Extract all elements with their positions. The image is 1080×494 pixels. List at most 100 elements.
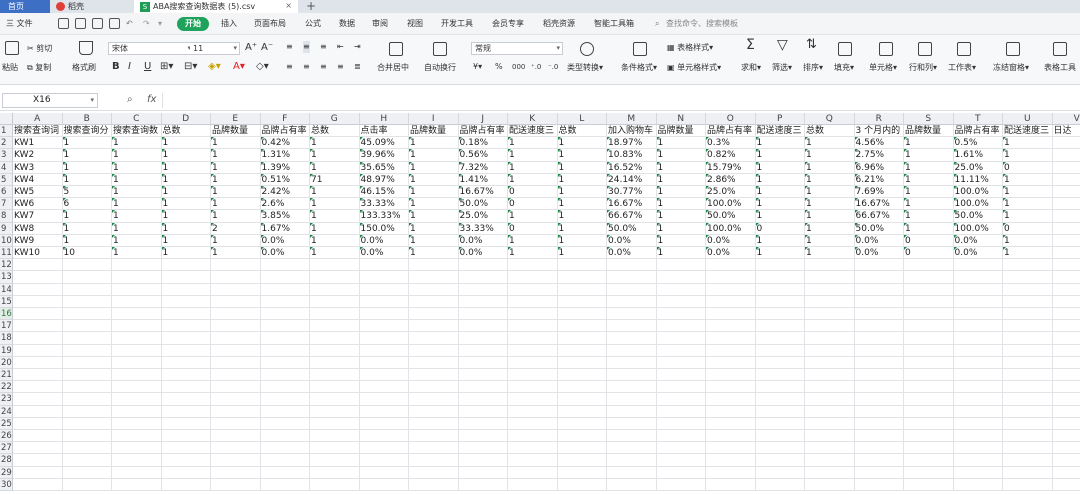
table-cell[interactable]: [607, 356, 657, 369]
table-cell[interactable]: [1052, 345, 1080, 357]
decrease-font-icon[interactable]: A⁻: [261, 42, 273, 54]
table-cell[interactable]: [211, 283, 261, 296]
table-cell[interactable]: [211, 466, 261, 479]
table-cell[interactable]: 1: [904, 198, 954, 211]
table-cell[interactable]: [161, 417, 211, 430]
table-cell[interactable]: [953, 381, 1003, 394]
table-cell[interactable]: [211, 417, 261, 430]
table-cell[interactable]: [13, 454, 63, 467]
thousands-icon[interactable]: 000: [512, 61, 525, 73]
fill-icon[interactable]: [838, 42, 852, 56]
table-cell[interactable]: [62, 295, 112, 308]
table-cell[interactable]: [458, 320, 508, 333]
table-cell[interactable]: [359, 271, 409, 284]
table-cell[interactable]: 133.33%: [359, 210, 409, 223]
table-cell[interactable]: [13, 466, 63, 479]
table-cell[interactable]: [458, 369, 508, 382]
table-cell[interactable]: [13, 320, 63, 333]
table-cell[interactable]: [112, 344, 162, 357]
table-cell[interactable]: [211, 271, 261, 284]
column-header-C[interactable]: C: [112, 113, 162, 125]
table-cell[interactable]: [260, 405, 310, 418]
table-cell[interactable]: [854, 344, 904, 357]
table-cell[interactable]: 1: [656, 186, 706, 199]
column-header-P[interactable]: P: [755, 113, 805, 125]
table-cell[interactable]: [656, 259, 706, 272]
column-header-T[interactable]: T: [953, 113, 1003, 125]
table-cell[interactable]: [458, 430, 508, 443]
table-cell[interactable]: 0.0%: [706, 234, 756, 247]
table-cell[interactable]: [904, 466, 954, 479]
table-cell[interactable]: [1052, 162, 1080, 174]
table-cell[interactable]: [904, 393, 954, 406]
table-cell[interactable]: [953, 393, 1003, 406]
table-cell[interactable]: [211, 454, 261, 467]
table-cell[interactable]: 1: [161, 198, 211, 211]
table-cell[interactable]: [557, 320, 607, 333]
align-bottom-icon[interactable]: ≡: [320, 41, 327, 53]
table-cell[interactable]: [805, 417, 855, 430]
table-cell[interactable]: [62, 442, 112, 455]
table-cell[interactable]: [953, 308, 1003, 321]
table-cell[interactable]: 1: [409, 222, 459, 235]
table-cell[interactable]: [13, 369, 63, 382]
table-cell[interactable]: [211, 393, 261, 406]
table-cell[interactable]: [1003, 454, 1053, 467]
table-cell[interactable]: 0.42%: [260, 137, 310, 150]
table-cell[interactable]: [755, 405, 805, 418]
table-cell[interactable]: [904, 308, 954, 321]
table-cell[interactable]: 1: [557, 210, 607, 223]
table-cell[interactable]: [508, 356, 558, 369]
table-cell[interactable]: 1: [62, 173, 112, 186]
table-cell[interactable]: [1052, 137, 1080, 150]
conditional-format-button[interactable]: 条件格式▾: [621, 62, 657, 74]
table-cell[interactable]: [953, 259, 1003, 272]
clear-format-icon[interactable]: ◇▾: [256, 61, 269, 73]
table-cell[interactable]: [310, 320, 360, 333]
table-cell[interactable]: [1052, 174, 1080, 186]
table-cell[interactable]: 1: [508, 137, 558, 150]
header-cell[interactable]: 品牌占有率: [260, 125, 310, 138]
table-cell[interactable]: [656, 466, 706, 479]
header-cell[interactable]: 品牌占有率: [953, 125, 1003, 138]
table-cell[interactable]: [854, 332, 904, 345]
table-cell[interactable]: [1052, 430, 1080, 443]
table-cell[interactable]: 1: [805, 186, 855, 199]
file-menu[interactable]: 三 文件: [6, 17, 33, 31]
table-cell[interactable]: 1: [112, 210, 162, 223]
table-cell[interactable]: [409, 271, 459, 284]
table-cell[interactable]: KW9: [13, 234, 63, 247]
table-cell[interactable]: 1: [656, 173, 706, 186]
table-cell[interactable]: [755, 442, 805, 455]
table-cell[interactable]: [805, 442, 855, 455]
table-cell[interactable]: 1: [211, 186, 261, 199]
align-top-icon[interactable]: ≡: [286, 41, 293, 53]
table-cell[interactable]: [112, 271, 162, 284]
column-header-S[interactable]: S: [904, 113, 954, 125]
row-header-11[interactable]: 11: [0, 247, 13, 260]
table-cell[interactable]: [1052, 186, 1080, 199]
table-cell[interactable]: [359, 320, 409, 333]
table-cell[interactable]: [706, 478, 756, 491]
table-cell[interactable]: [953, 466, 1003, 479]
table-cell[interactable]: [359, 283, 409, 296]
type-convert-button[interactable]: 类型转换▾: [567, 62, 603, 74]
table-cell[interactable]: [854, 271, 904, 284]
table-cell[interactable]: [607, 295, 657, 308]
table-cell[interactable]: [607, 381, 657, 394]
table-cell[interactable]: [755, 381, 805, 394]
table-cell[interactable]: 0.0%: [458, 247, 508, 260]
column-header-V[interactable]: V: [1052, 113, 1080, 125]
table-cell[interactable]: [1052, 467, 1080, 479]
table-cell[interactable]: 1: [161, 149, 211, 162]
table-cell[interactable]: 0.82%: [706, 149, 756, 162]
close-icon[interactable]: ×: [285, 1, 292, 10]
table-cell[interactable]: 25.0%: [953, 161, 1003, 174]
table-cell[interactable]: [805, 295, 855, 308]
column-header-I[interactable]: I: [409, 113, 459, 125]
table-cell[interactable]: 1: [656, 222, 706, 235]
table-cell[interactable]: 1: [805, 137, 855, 150]
table-cell[interactable]: [260, 320, 310, 333]
new-tab-button[interactable]: +: [306, 0, 316, 13]
table-cell[interactable]: 0: [508, 198, 558, 211]
